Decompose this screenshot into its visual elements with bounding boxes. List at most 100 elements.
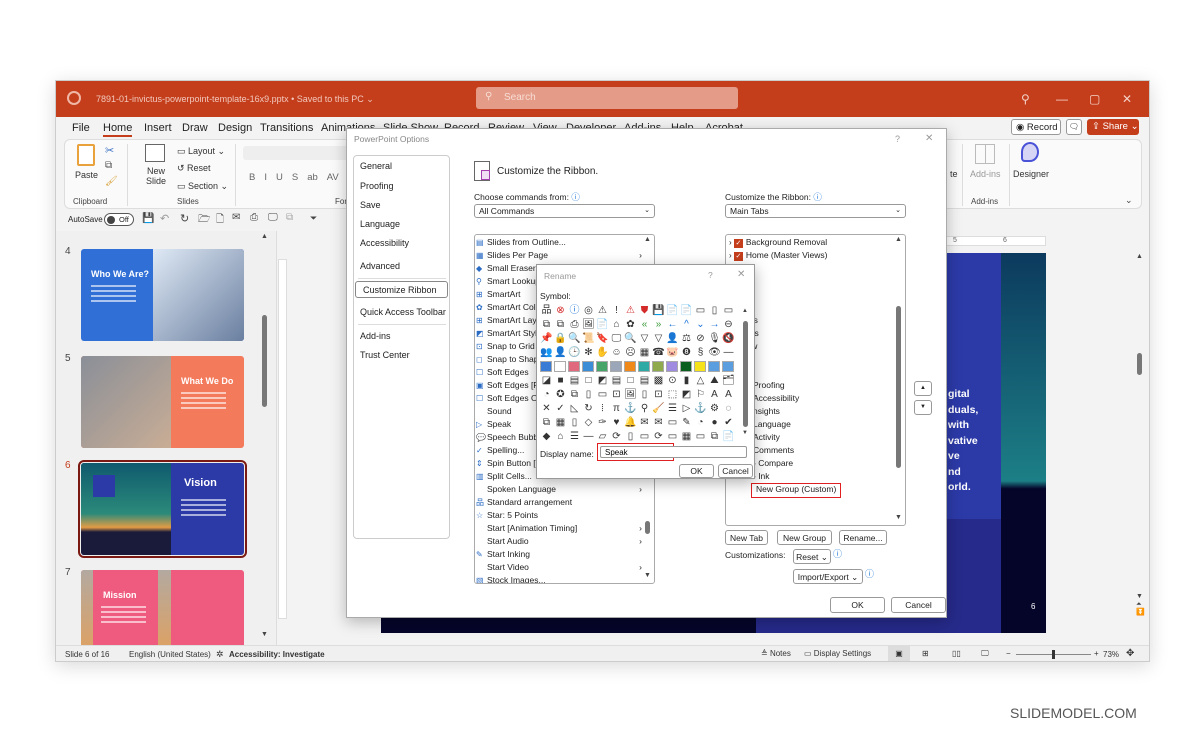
- normal-view-button[interactable]: ▣: [888, 646, 910, 661]
- copy-icon[interactable]: ⧉: [105, 160, 112, 171]
- symbol-option[interactable]: ⛰: [708, 375, 721, 387]
- move-up-button[interactable]: ▲: [914, 381, 932, 396]
- symbol-option[interactable]: ⊖: [722, 319, 735, 331]
- tab-insert[interactable]: Insert: [144, 122, 172, 134]
- nav-item-advanced[interactable]: Advanced: [360, 261, 400, 271]
- nav-item-language[interactable]: Language: [360, 219, 400, 229]
- symbol-option[interactable]: □: [624, 375, 637, 387]
- scroll-up-icon[interactable]: ▲: [644, 236, 651, 243]
- tree-item[interactable]: › Compare: [753, 458, 793, 471]
- slide-thumbnail[interactable]: Vision: [78, 460, 247, 558]
- tree-item[interactable]: › ✓ Home (Master Views): [729, 250, 827, 263]
- symbol-option[interactable]: 🔔: [624, 417, 637, 429]
- symbol-option[interactable]: —: [582, 431, 595, 443]
- symbol-option[interactable]: 🔒: [554, 333, 567, 345]
- symbol-option[interactable]: ☰: [568, 431, 581, 443]
- symbol-option[interactable]: [624, 361, 636, 372]
- symbol-option[interactable]: ⚠: [596, 305, 609, 317]
- add-ins-button[interactable]: Add-ins: [970, 169, 1001, 179]
- symbol-option[interactable]: ▯: [582, 389, 595, 401]
- symbol-option[interactable]: [638, 361, 650, 372]
- customize-qat-icon[interactable]: ⏷: [310, 213, 317, 224]
- scroll-down-icon[interactable]: ▼: [895, 514, 902, 521]
- symbol-option[interactable]: ✋: [596, 347, 609, 359]
- symbol-option[interactable]: ⓘ: [568, 305, 581, 317]
- nav-item-add-ins[interactable]: Add-ins: [360, 331, 391, 341]
- symbol-option[interactable]: ☺: [610, 347, 623, 359]
- symbol-option[interactable]: 🔇: [722, 333, 735, 345]
- tree-item[interactable]: Activity: [753, 432, 780, 445]
- paste-button[interactable]: Paste: [75, 170, 98, 180]
- new-tab-button[interactable]: New Tab: [725, 530, 768, 545]
- comments-button[interactable]: 🗨: [1066, 119, 1082, 135]
- tree-item[interactable]: › ✓ Background Removal: [729, 237, 827, 250]
- symbol-option[interactable]: ▭: [596, 389, 609, 401]
- symbol-option[interactable]: 品: [540, 305, 553, 317]
- symbol-option[interactable]: ⟳: [652, 431, 665, 443]
- designer-button[interactable]: Designer: [1013, 169, 1049, 179]
- tab-draw[interactable]: Draw: [182, 122, 208, 134]
- tab-file[interactable]: File: [72, 122, 90, 134]
- symbol-option[interactable]: ▱: [596, 431, 609, 443]
- symbol-option[interactable]: 📄: [596, 319, 609, 331]
- maximize-button[interactable]: ▢: [1089, 92, 1100, 106]
- nav-item-customize-ribbon[interactable]: Customize Ribbon: [355, 281, 448, 298]
- symbol-option[interactable]: ◔: [694, 417, 707, 429]
- symbol-option[interactable]: ⧉: [540, 319, 553, 331]
- layout-button[interactable]: ▭ Layout ⌄: [177, 146, 225, 157]
- symbol-option[interactable]: ♥: [610, 417, 623, 429]
- symbol-option[interactable]: ⛊: [638, 305, 651, 317]
- symbol-option[interactable]: ⎙: [568, 319, 581, 331]
- slideshow-button[interactable]: 🖵: [981, 649, 989, 659]
- autosave-toggle[interactable]: Off: [104, 213, 134, 226]
- undo-icon[interactable]: ↶: [160, 212, 169, 225]
- symbol-option[interactable]: ✓: [554, 403, 567, 415]
- print-icon[interactable]: ⎙: [250, 212, 258, 223]
- symbol-option[interactable]: 💾: [652, 305, 665, 317]
- help-button[interactable]: ?: [708, 270, 713, 280]
- slide-sorter-button[interactable]: ⊞: [922, 649, 929, 658]
- symbol-option[interactable]: 🗂: [722, 375, 735, 387]
- symbol-option[interactable]: ▯: [638, 389, 651, 401]
- cancel-button[interactable]: Cancel: [891, 597, 946, 613]
- nav-item-trust-center[interactable]: Trust Center: [360, 350, 410, 360]
- symbol-option[interactable]: [540, 361, 552, 372]
- symbol-option[interactable]: 👥: [540, 347, 553, 359]
- symbol-option[interactable]: »: [652, 319, 665, 331]
- lightbulb-icon[interactable]: ⚲: [1021, 92, 1030, 106]
- commands-scrollbar-thumb[interactable]: [645, 521, 650, 534]
- symbol-option[interactable]: §: [694, 347, 707, 359]
- symbol-option[interactable]: ⦙: [596, 403, 609, 415]
- symbol-option[interactable]: ◔: [540, 389, 553, 401]
- symbol-option[interactable]: —: [722, 347, 735, 359]
- tree-item[interactable]: Language: [753, 419, 791, 432]
- font-format-button[interactable]: ab: [307, 172, 318, 183]
- symbol-option[interactable]: 🧹: [652, 403, 665, 415]
- symbol-option[interactable]: [554, 361, 566, 372]
- symbol-option[interactable]: ●: [708, 417, 721, 429]
- tree-item[interactable]: nsights: [753, 406, 780, 419]
- notes-button[interactable]: ≜ Notes: [761, 649, 791, 658]
- save-icon[interactable]: 💾: [142, 213, 154, 224]
- symbol-option[interactable]: ✑: [596, 417, 609, 429]
- symbol-option[interactable]: ⌄: [694, 319, 707, 331]
- scroll-down-icon[interactable]: ▼: [261, 631, 268, 638]
- symbol-option[interactable]: ⊗: [554, 305, 567, 317]
- symbol-option[interactable]: ⧉: [554, 319, 567, 331]
- symbol-option[interactable]: 🕒: [568, 347, 581, 359]
- language-status[interactable]: English (United States): [129, 650, 211, 659]
- symbol-option[interactable]: ^: [680, 319, 693, 331]
- command-item[interactable]: Start [Animation Timing] ›: [476, 523, 644, 536]
- reset-customizations-button[interactable]: Reset ⌄: [793, 549, 831, 564]
- symbol-option[interactable]: ⚠: [624, 305, 637, 317]
- symbol-option[interactable]: ✿: [624, 319, 637, 331]
- symbol-option[interactable]: ▩: [652, 375, 665, 387]
- symbol-option[interactable]: [680, 361, 692, 372]
- tree-item[interactable]: New Group (Custom): [750, 483, 842, 498]
- symbol-option[interactable]: ▭: [666, 431, 679, 443]
- close-dialog-button[interactable]: ✕: [737, 269, 745, 280]
- symbol-option[interactable]: ▭: [722, 305, 735, 317]
- tab-home[interactable]: Home: [103, 122, 133, 137]
- symbol-option[interactable]: ✔: [722, 417, 735, 429]
- font-format-button[interactable]: B: [249, 172, 255, 183]
